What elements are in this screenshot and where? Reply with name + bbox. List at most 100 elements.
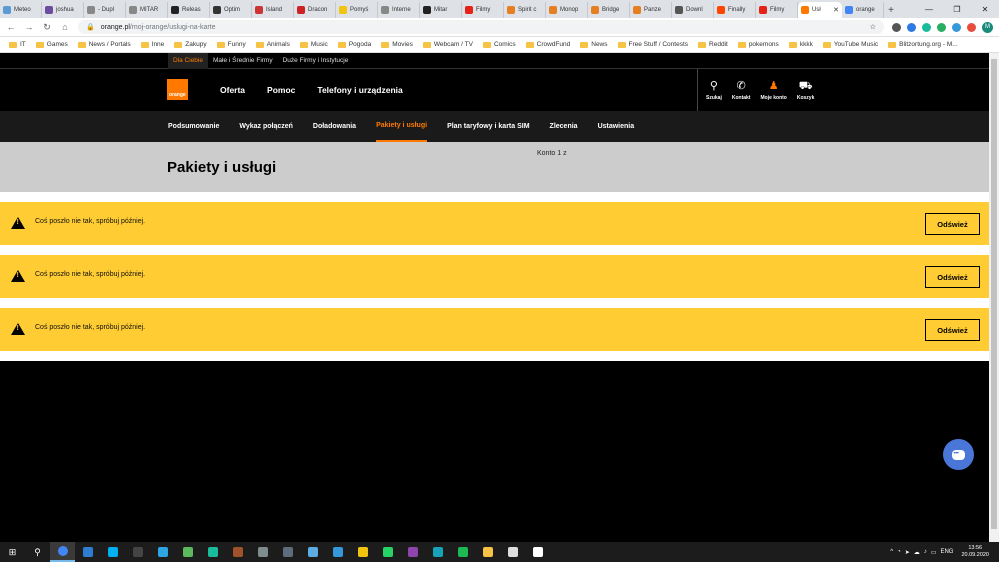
bookmark-item[interactable]: Games	[31, 41, 73, 48]
profile-avatar[interactable]: M	[982, 21, 993, 33]
reload-button[interactable]: ↻	[42, 22, 52, 33]
browser-tab[interactable]: MITAR	[126, 2, 168, 18]
bookmark-item[interactable]: Music	[295, 41, 333, 48]
chat-button[interactable]	[943, 439, 974, 470]
bookmark-item[interactable]: YouTube Music	[818, 41, 883, 48]
bookmark-item[interactable]: CrowdFund	[521, 41, 576, 48]
app-lightblue-taskbar-button[interactable]	[300, 542, 325, 562]
bookmark-star-icon[interactable]: ☆	[870, 23, 876, 31]
new-tab-button[interactable]: +	[884, 2, 898, 18]
spotify-taskbar-button[interactable]	[450, 542, 475, 562]
segment-link[interactable]: Dla Ciebie	[168, 53, 208, 69]
subnav-item[interactable]: Ustawienia	[598, 111, 635, 142]
tray-icon[interactable]: ☁	[914, 549, 920, 556]
clock[interactable]: 13:56 20.09.2020	[957, 545, 993, 559]
browser-tab[interactable]: Meteo	[0, 2, 42, 18]
subnav-item[interactable]: Plan taryfowy i karta SIM	[447, 111, 529, 142]
maximize-button[interactable]: ❐	[943, 0, 971, 18]
onedrive-taskbar-button[interactable]	[525, 542, 550, 562]
extension-icon[interactable]	[907, 22, 916, 32]
tray-icon[interactable]: ▭	[931, 549, 937, 556]
app-teal-taskbar-button[interactable]	[200, 542, 225, 562]
phone-button[interactable]: ✆ Kontakt	[732, 80, 751, 101]
browser-tab[interactable]: Filmy	[462, 2, 504, 18]
close-window-button[interactable]: ✕	[971, 0, 999, 18]
browser-tab[interactable]: orange	[842, 2, 884, 18]
browser-tab[interactable]: Finally	[714, 2, 756, 18]
extension-icon[interactable]	[892, 22, 901, 32]
segment-link[interactable]: Duże Firmy i Instytucje	[278, 53, 354, 69]
browser-tab[interactable]: Island	[252, 2, 294, 18]
browser-tab[interactable]: Interne	[378, 2, 420, 18]
skype-taskbar-button[interactable]	[100, 542, 125, 562]
tab-close-icon[interactable]: ✕	[833, 6, 839, 14]
minimize-button[interactable]: —	[915, 0, 943, 18]
subnav-item[interactable]: Doładowania	[313, 111, 356, 142]
app-yellow-taskbar-button[interactable]	[350, 542, 375, 562]
taskbar-search-icon[interactable]: ⚲	[25, 542, 50, 562]
bookmark-item[interactable]: Movies	[376, 41, 418, 48]
main-nav-link[interactable]: Telefony i urządzenia	[317, 85, 402, 95]
app-purple-taskbar-button[interactable]	[400, 542, 425, 562]
bookmark-item[interactable]: Webcam / TV	[418, 41, 478, 48]
main-nav-link[interactable]: Oferta	[220, 85, 245, 95]
refresh-button[interactable]: Odśwież	[925, 266, 980, 288]
subnav-item[interactable]: Zlecenia	[550, 111, 578, 142]
bookmark-item[interactable]: Pogoda	[333, 41, 376, 48]
scrollbar-thumb[interactable]	[991, 59, 997, 529]
bookmark-item[interactable]: pokemons	[733, 41, 784, 48]
app-vs-taskbar-button[interactable]	[325, 542, 350, 562]
bookmark-item[interactable]: kkkk	[784, 41, 818, 48]
browser-tab[interactable]: joshua	[42, 2, 84, 18]
bookmark-item[interactable]: Animals	[251, 41, 295, 48]
main-nav-link[interactable]: Pomoc	[267, 85, 295, 95]
refresh-button[interactable]: Odśwież	[925, 213, 980, 235]
refresh-button[interactable]: Odśwież	[925, 319, 980, 341]
app-brown-taskbar-button[interactable]	[225, 542, 250, 562]
subnav-item[interactable]: Pakiety i usługi	[376, 111, 428, 142]
search-button[interactable]: ⚲ Szukaj	[706, 80, 722, 101]
bookmark-item[interactable]: Free Stuff / Contests	[613, 41, 694, 48]
back-button[interactable]: ←	[6, 22, 16, 32]
browser-tab[interactable]: Bridge	[588, 2, 630, 18]
app-green-taskbar-button[interactable]	[175, 542, 200, 562]
segment-link[interactable]: Małe i Średnie Firmy	[208, 53, 278, 69]
browser-tab[interactable]: Dracon	[294, 2, 336, 18]
browser-tab[interactable]: - Dupl	[84, 2, 126, 18]
home-button[interactable]: ⌂	[60, 22, 70, 32]
extension-icon[interactable]	[937, 22, 946, 32]
start-button[interactable]: ⊞	[0, 542, 25, 562]
url-input[interactable]: 🔒 orange.pl/moj-orange/uslugi-na-karte ☆	[78, 20, 884, 34]
explorer-taskbar-button[interactable]	[475, 542, 500, 562]
bookmark-item[interactable]: Inne	[136, 41, 170, 48]
browser-tab[interactable]: Releas	[168, 2, 210, 18]
orange-logo[interactable]: orange	[167, 79, 188, 100]
extension-icon[interactable]	[967, 22, 976, 32]
bookmark-item[interactable]: IT	[4, 41, 31, 48]
forward-button[interactable]: →	[24, 22, 34, 32]
tray-icon[interactable]: ENG	[940, 549, 953, 555]
extension-icon[interactable]	[952, 22, 961, 32]
bookmark-item[interactable]: Comics	[478, 41, 521, 48]
bookmark-item[interactable]: News / Portals	[73, 41, 136, 48]
browser-tab[interactable]: Downl	[672, 2, 714, 18]
app-blue-taskbar-button[interactable]	[75, 542, 100, 562]
chrome-taskbar-button[interactable]	[50, 542, 75, 562]
browser-tab[interactable]: Spirit c	[504, 2, 546, 18]
extension-icon[interactable]	[922, 22, 931, 32]
subnav-item[interactable]: Wykaz połączeń	[239, 111, 293, 142]
browser-tab[interactable]: Mitar	[420, 2, 462, 18]
browser-tab[interactable]: Pomyś	[336, 2, 378, 18]
bookmark-item[interactable]: Funny	[212, 41, 251, 48]
app-steel-taskbar-button[interactable]	[275, 542, 300, 562]
bookmark-item[interactable]: Blitzortung.org - M...	[883, 41, 963, 48]
app-gray-taskbar-button[interactable]	[250, 542, 275, 562]
telegram-taskbar-button[interactable]	[150, 542, 175, 562]
tray-icon[interactable]: ◔	[897, 549, 901, 555]
browser-tab[interactable]: Filmy	[756, 2, 798, 18]
bookmark-item[interactable]: News	[575, 41, 612, 48]
app-dark-taskbar-button[interactable]	[125, 542, 150, 562]
user-button[interactable]: ♟ Moje konto	[760, 80, 786, 101]
bookmark-item[interactable]: Zakupy	[169, 41, 211, 48]
cart-button[interactable]: ⛟ Koszyk	[797, 80, 815, 101]
